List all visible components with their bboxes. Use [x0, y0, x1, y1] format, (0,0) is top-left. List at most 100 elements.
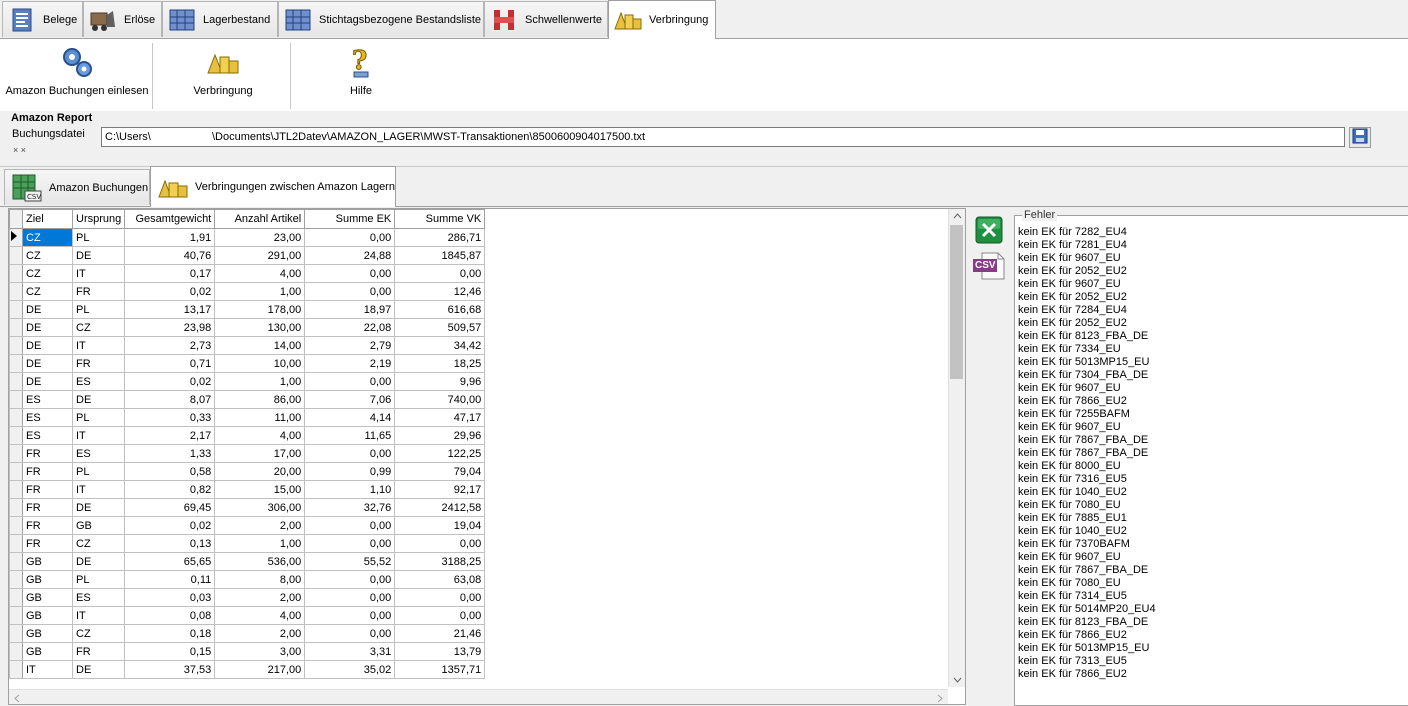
cell-summe-ek[interactable]: 24,88	[304, 246, 396, 265]
row-indicator[interactable]	[9, 660, 23, 679]
table-row[interactable]: CZ FR 0,02 1,00 0,00 12,46	[9, 282, 486, 301]
error-item[interactable]: kein EK für 7281_EU4	[1018, 239, 1156, 252]
column-header-summe-vk[interactable]: Summe VK	[394, 209, 486, 229]
cell-summe-vk[interactable]: 9,96	[394, 372, 486, 391]
cell-ursprung[interactable]: PL	[71, 570, 126, 589]
table-row[interactable]: GB PL 0,11 8,00 0,00 63,08	[9, 570, 486, 589]
table-row[interactable]: FR GB 0,02 2,00 0,00 19,04	[9, 516, 486, 535]
column-header-summe-ek[interactable]: Summe EK	[304, 209, 396, 229]
cell-summe-vk[interactable]: 18,25	[394, 354, 486, 373]
error-item[interactable]: kein EK für 7313_EU5	[1018, 655, 1156, 668]
cell-ursprung[interactable]: CZ	[71, 624, 126, 643]
cell-ziel[interactable]: GB	[22, 552, 73, 571]
column-header-anzahl-artikel[interactable]: Anzahl Artikel	[214, 209, 306, 229]
table-row[interactable]: IT DE 37,53 217,00 35,02 1357,71	[9, 660, 486, 679]
cell-ursprung[interactable]: IT	[71, 606, 126, 625]
cell-summe-vk[interactable]: 13,79	[394, 642, 486, 661]
cell-summe-ek[interactable]: 0,00	[304, 534, 396, 553]
error-item[interactable]: kein EK für 7314_EU5	[1018, 590, 1156, 603]
cell-summe-ek[interactable]: 2,79	[304, 336, 396, 355]
row-indicator[interactable]	[9, 624, 23, 643]
row-indicator[interactable]	[9, 264, 23, 283]
error-item[interactable]: kein EK für 8000_EU	[1018, 460, 1156, 473]
error-item[interactable]: kein EK für 8123_FBA_DE	[1018, 330, 1156, 343]
cell-anzahl-artikel[interactable]: 1,00	[214, 534, 306, 553]
column-header-ursprung[interactable]: Ursprung	[71, 209, 126, 229]
cell-summe-ek[interactable]: 7,06	[304, 390, 396, 409]
table-row[interactable]: DE FR 0,71 10,00 2,19 18,25	[9, 354, 486, 373]
cell-summe-vk[interactable]: 92,17	[394, 480, 486, 499]
cell-ziel[interactable]: FR	[22, 516, 73, 535]
cell-gesamtgewicht[interactable]: 0,08	[124, 606, 216, 625]
cell-ursprung[interactable]: PL	[71, 228, 126, 247]
table-row[interactable]: DE CZ 23,98 130,00 22,08 509,57	[9, 318, 486, 337]
cell-summe-ek[interactable]: 0,00	[304, 444, 396, 463]
error-item[interactable]: kein EK für 7867_FBA_DE	[1018, 447, 1156, 460]
cell-ursprung[interactable]: DE	[71, 498, 126, 517]
cell-ursprung[interactable]: PL	[71, 408, 126, 427]
tab-stichtagsbezogene-bestandsliste[interactable]: Stichtagsbezogene Bestandsliste	[278, 1, 484, 37]
table-row[interactable]: FR CZ 0,13 1,00 0,00 0,00	[9, 534, 486, 553]
error-item[interactable]: kein EK für 5013MP15_EU	[1018, 356, 1156, 369]
cell-ursprung[interactable]: CZ	[71, 318, 126, 337]
cell-gesamtgewicht[interactable]: 69,45	[124, 498, 216, 517]
cell-gesamtgewicht[interactable]: 65,65	[124, 552, 216, 571]
error-item[interactable]: kein EK für 8123_FBA_DE	[1018, 616, 1156, 629]
table-row[interactable]: GB ES 0,03 2,00 0,00 0,00	[9, 588, 486, 607]
scroll-down-arrow-icon[interactable]	[953, 677, 962, 683]
cell-anzahl-artikel[interactable]: 536,00	[214, 552, 306, 571]
cell-ziel[interactable]: CZ	[22, 246, 73, 265]
cell-anzahl-artikel[interactable]: 130,00	[214, 318, 306, 337]
verbringung-button[interactable]: Verbringung	[160, 41, 286, 107]
table-row[interactable]: FR ES 1,33 17,00 0,00 122,25	[9, 444, 486, 463]
cell-gesamtgewicht[interactable]: 0,33	[124, 408, 216, 427]
cell-ursprung[interactable]: FR	[71, 642, 126, 661]
error-item[interactable]: kein EK für 1040_EU2	[1018, 486, 1156, 499]
tab-belege[interactable]: Belege	[2, 1, 83, 37]
cell-ziel[interactable]: GB	[22, 588, 73, 607]
cell-ziel[interactable]: ES	[22, 390, 73, 409]
cell-summe-vk[interactable]: 0,00	[394, 534, 486, 553]
cell-ursprung[interactable]: FR	[71, 282, 126, 301]
row-indicator[interactable]	[9, 462, 23, 481]
row-indicator[interactable]	[9, 426, 23, 445]
error-item[interactable]: kein EK für 7885_EU1	[1018, 512, 1156, 525]
table-row[interactable]: GB FR 0,15 3,00 3,31 13,79	[9, 642, 486, 661]
cell-summe-vk[interactable]: 21,46	[394, 624, 486, 643]
cell-gesamtgewicht[interactable]: 2,17	[124, 426, 216, 445]
cell-anzahl-artikel[interactable]: 14,00	[214, 336, 306, 355]
cell-ursprung[interactable]: DE	[71, 660, 126, 679]
cell-ursprung[interactable]: PL	[71, 462, 126, 481]
cell-anzahl-artikel[interactable]: 178,00	[214, 300, 306, 319]
cell-gesamtgewicht[interactable]: 0,71	[124, 354, 216, 373]
cell-gesamtgewicht[interactable]: 13,17	[124, 300, 216, 319]
row-indicator[interactable]	[9, 228, 23, 247]
table-row[interactable]: GB IT 0,08 4,00 0,00 0,00	[9, 606, 486, 625]
row-indicator[interactable]	[9, 570, 23, 589]
cell-ursprung[interactable]: DE	[71, 246, 126, 265]
cell-summe-ek[interactable]: 0,00	[304, 588, 396, 607]
cell-summe-ek[interactable]: 4,14	[304, 408, 396, 427]
row-indicator[interactable]	[9, 318, 23, 337]
cell-summe-vk[interactable]: 63,08	[394, 570, 486, 589]
table-row[interactable]: DE ES 0,02 1,00 0,00 9,96	[9, 372, 486, 391]
cell-ziel[interactable]: ES	[22, 408, 73, 427]
error-item[interactable]: kein EK für 1040_EU2	[1018, 525, 1156, 538]
cell-summe-ek[interactable]: 0,00	[304, 516, 396, 535]
cell-ziel[interactable]: DE	[22, 372, 73, 391]
cell-summe-vk[interactable]: 47,17	[394, 408, 486, 427]
cell-ursprung[interactable]: DE	[71, 390, 126, 409]
cell-summe-ek[interactable]: 32,76	[304, 498, 396, 517]
table-row[interactable]: ES DE 8,07 86,00 7,06 740,00	[9, 390, 486, 409]
row-indicator[interactable]	[9, 246, 23, 265]
table-row[interactable]: DE PL 13,17 178,00 18,97 616,68	[9, 300, 486, 319]
error-item[interactable]: kein EK für 2052_EU2	[1018, 291, 1156, 304]
cell-summe-ek[interactable]: 11,65	[304, 426, 396, 445]
cell-anzahl-artikel[interactable]: 17,00	[214, 444, 306, 463]
column-header-ziel[interactable]: Ziel	[22, 209, 73, 229]
cell-summe-vk[interactable]: 0,00	[394, 606, 486, 625]
error-item[interactable]: kein EK für 5014MP20_EU4	[1018, 603, 1156, 616]
cell-summe-ek[interactable]: 0,99	[304, 462, 396, 481]
cell-summe-vk[interactable]: 0,00	[394, 264, 486, 283]
cell-summe-ek[interactable]: 0,00	[304, 228, 396, 247]
